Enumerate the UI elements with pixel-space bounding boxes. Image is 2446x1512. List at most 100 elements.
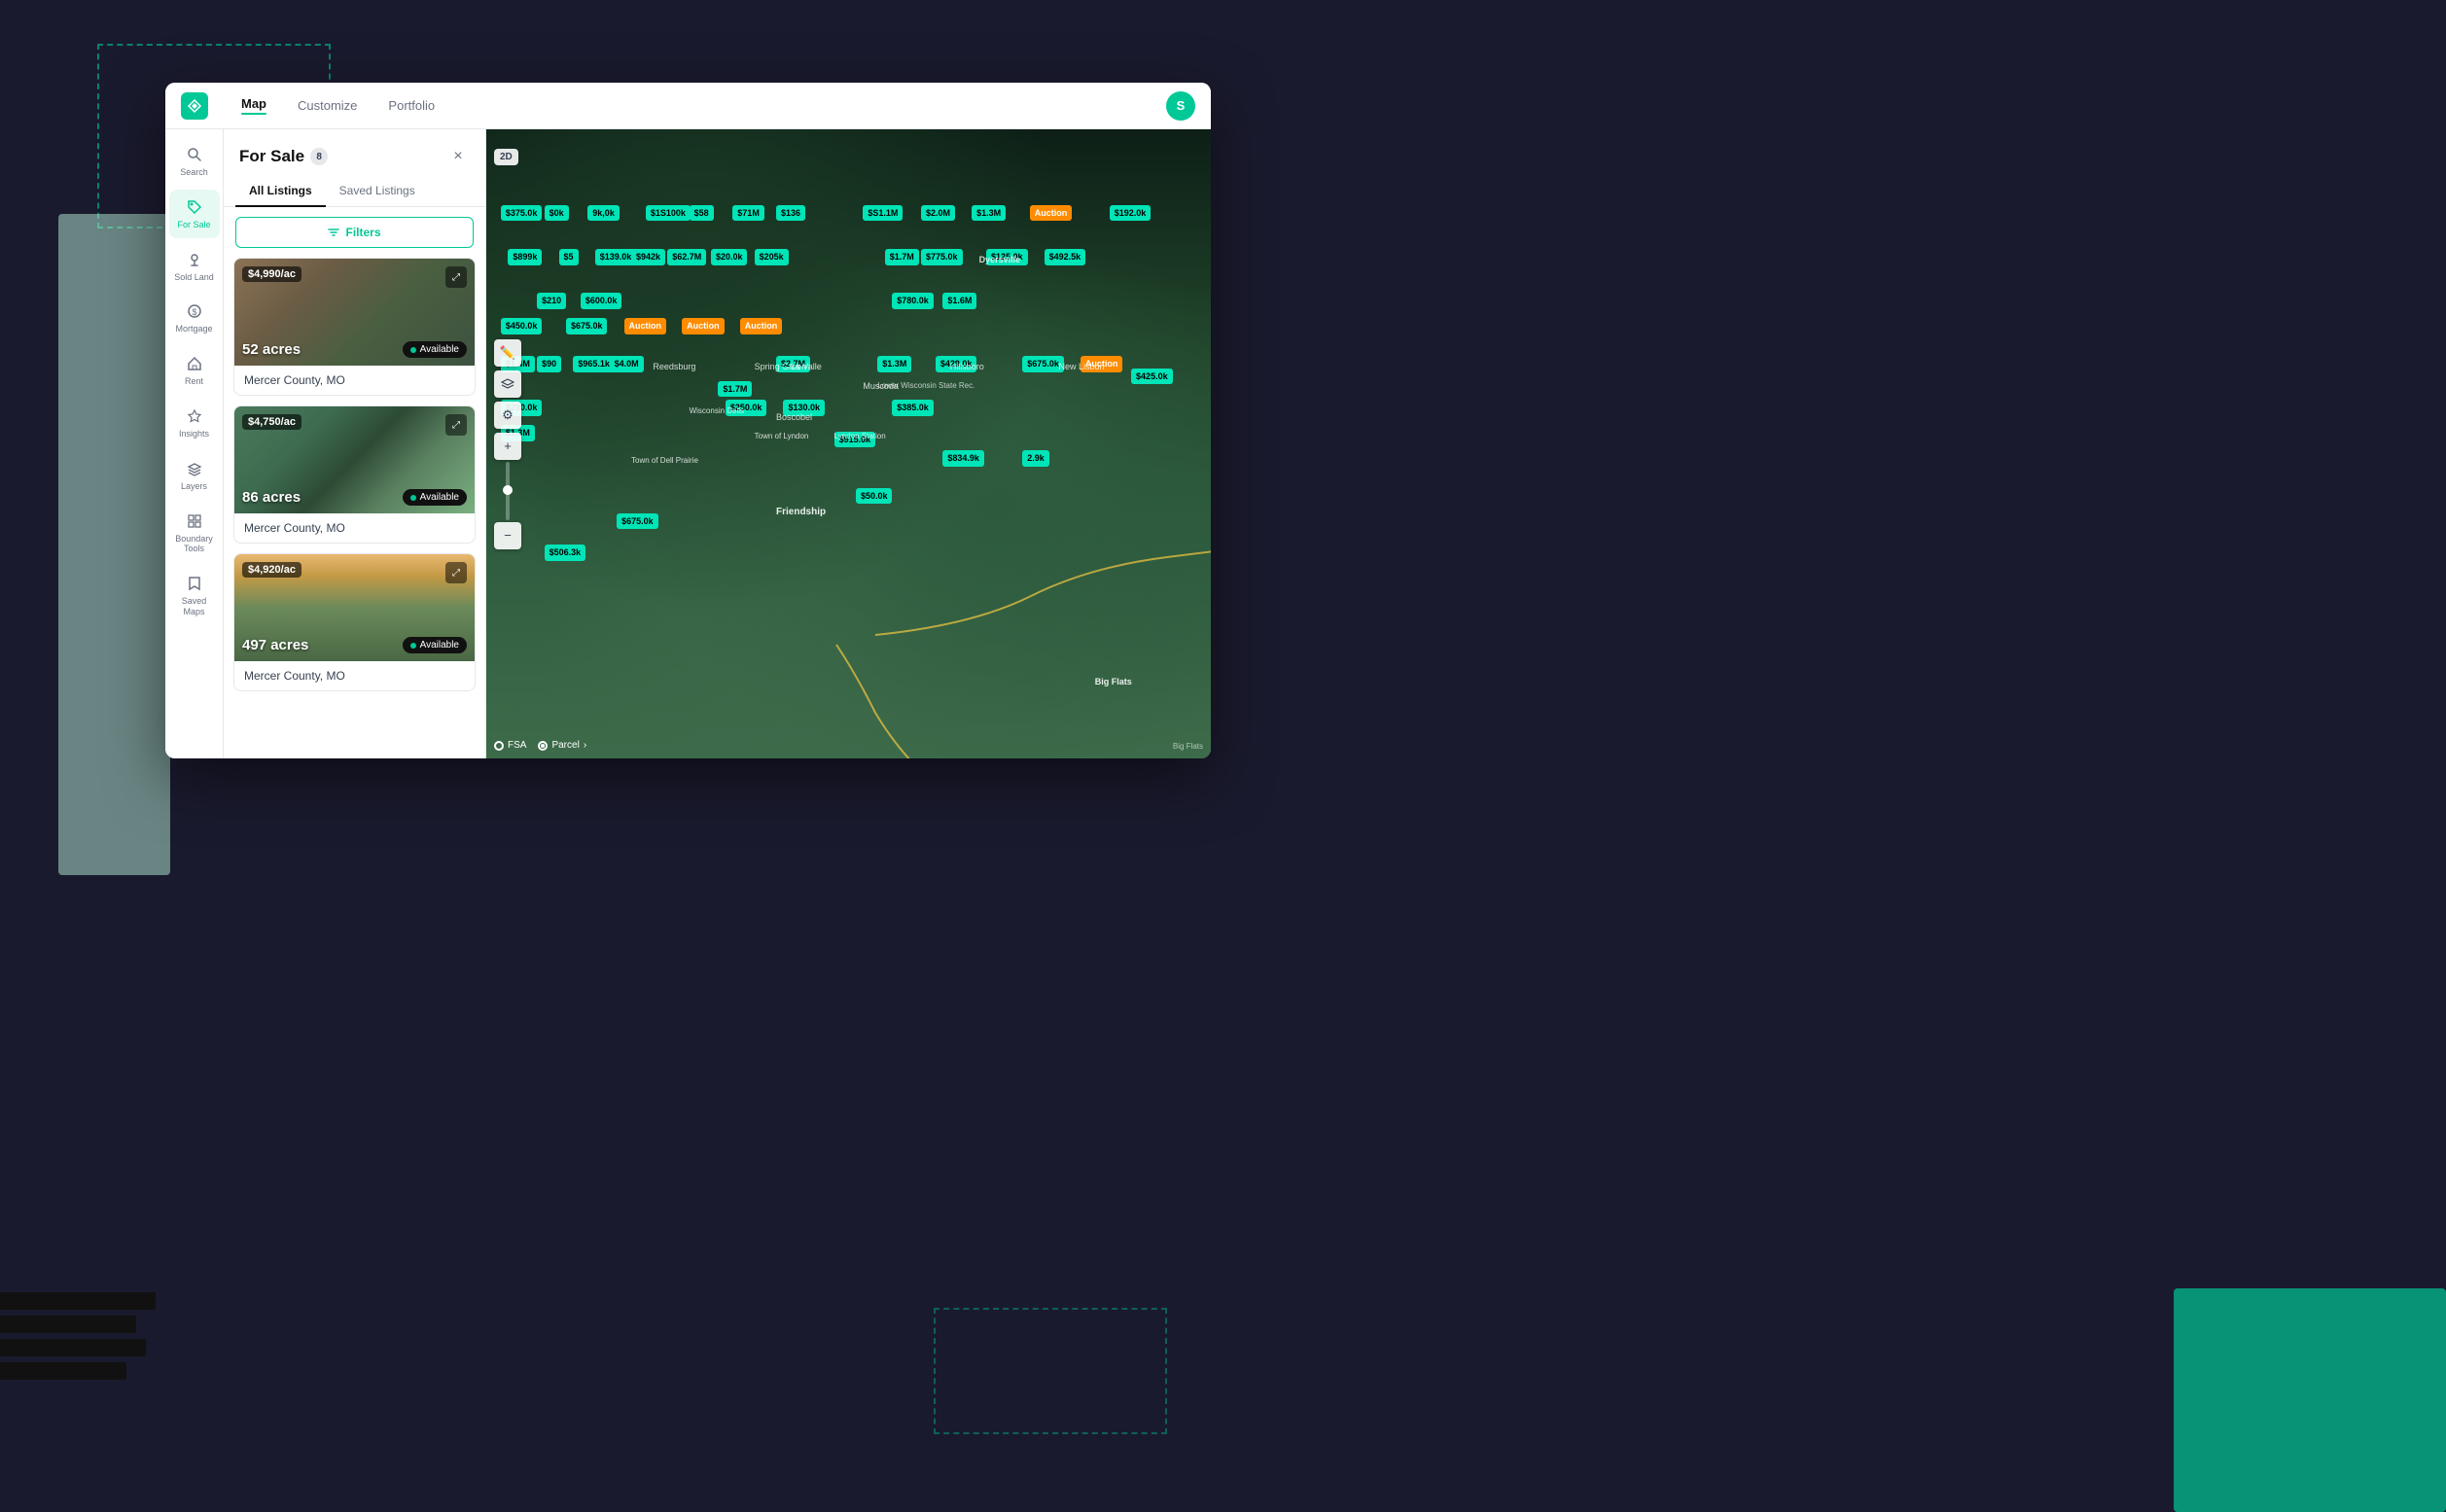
city-label: New Lisbon — [1059, 362, 1105, 371]
status-text-2: Available — [420, 492, 459, 503]
listing-price-3: $4,920/ac — [242, 562, 301, 578]
status-dot-1 — [410, 347, 416, 353]
map-zoom-out-button[interactable]: − — [494, 522, 521, 549]
sidebar-item-mortgage[interactable]: $ Mortgage — [169, 294, 220, 342]
listing-acres-1: 52 acres — [242, 341, 301, 358]
city-label: Friendship — [776, 507, 826, 517]
city-label-big-flats: Big Flats — [1095, 677, 1132, 686]
panel-title: For Sale 8 — [239, 147, 328, 166]
parcel-expand[interactable]: › — [584, 740, 586, 751]
tab-portfolio[interactable]: Portfolio — [374, 90, 448, 121]
map-zoom-in-button[interactable]: + — [494, 433, 521, 460]
deco-bars — [0, 1292, 160, 1386]
city-label: Hillsboro — [950, 362, 984, 371]
zoom-slider[interactable] — [506, 462, 510, 520]
map-2d-button[interactable]: 2D — [494, 149, 518, 165]
sidebar-item-layers[interactable]: Layers — [169, 451, 220, 500]
tab-customize[interactable]: Customize — [284, 90, 371, 121]
panel-close-button[interactable]: × — [446, 145, 470, 168]
zoom-handle — [503, 485, 513, 495]
sidebar-item-sold-land[interactable]: Sold Land — [169, 242, 220, 291]
sold-land-icon — [185, 250, 204, 269]
listing-status-3: Available — [403, 637, 467, 653]
city-label: La Valle — [791, 362, 822, 371]
city-label: Lyndon Station — [834, 432, 886, 440]
listing-status-2: Available — [403, 489, 467, 506]
app-window: Map Customize Portfolio S Search — [165, 83, 1211, 758]
sidebar-saved-maps-label: Saved Maps — [173, 596, 216, 617]
filters-label: Filters — [345, 226, 380, 239]
for-sale-icon — [185, 197, 204, 217]
city-label: Dyersville — [979, 255, 1021, 264]
parcel-radio — [538, 741, 548, 751]
listing-card-3[interactable]: $4,920/ac ⤢ 497 acres Available Mercer C… — [233, 553, 476, 691]
sidebar-item-search[interactable]: Search — [169, 137, 220, 186]
mortgage-icon: $ — [185, 301, 204, 321]
map-attribution: Big Flats — [1173, 742, 1203, 751]
tab-all-listings[interactable]: All Listings — [235, 176, 326, 207]
deco-green-br — [2174, 1288, 2446, 1512]
nav-tabs: Map Customize Portfolio — [228, 90, 1147, 121]
city-label: Town of Dell Prairie — [631, 456, 698, 465]
listing-acres-2: 86 acres — [242, 489, 301, 506]
app-logo — [181, 92, 208, 120]
filter-icon — [328, 227, 339, 238]
map-settings-button[interactable]: ⚙ — [494, 402, 521, 429]
city-label: Boscobel — [776, 412, 812, 422]
map-background — [486, 129, 1211, 758]
listing-expand-1[interactable]: ⤢ — [445, 266, 467, 288]
map-area[interactable]: $375.0k $0k 9k,0k $1S100k $58 $71M $136 … — [486, 129, 1211, 758]
listing-location-1: Mercer County, MO — [234, 366, 475, 395]
sidebar-insights-label: Insights — [179, 429, 209, 440]
city-label: Lower Wisconsin State Rec. — [877, 381, 975, 390]
tab-map[interactable]: Map — [228, 90, 280, 121]
panel-title-text: For Sale — [239, 147, 304, 166]
map-bottom-controls: FSA Parcel › — [494, 740, 586, 751]
listing-price-1: $4,990/ac — [242, 266, 301, 282]
status-dot-3 — [410, 643, 416, 649]
parcel-layer-option[interactable]: Parcel › — [538, 740, 586, 751]
listing-price-2: $4,750/ac — [242, 414, 301, 430]
status-text-3: Available — [420, 640, 459, 651]
fsa-radio — [494, 741, 504, 751]
parcel-label: Parcel — [551, 740, 579, 751]
listings-container: $4,990/ac ⤢ 52 acres Available Mercer Co… — [224, 258, 485, 758]
saved-maps-icon — [185, 574, 204, 593]
listing-location-2: Mercer County, MO — [234, 513, 475, 543]
user-avatar[interactable]: S — [1166, 91, 1195, 121]
tab-saved-listings[interactable]: Saved Listings — [326, 176, 429, 207]
listing-status-1: Available — [403, 341, 467, 358]
listing-image-1: $4,990/ac ⤢ 52 acres Available — [234, 259, 475, 366]
fsa-layer-option[interactable]: FSA — [494, 740, 526, 751]
listing-image-2: $4,750/ac ⤢ 86 acres Available — [234, 406, 475, 513]
rent-icon — [185, 354, 204, 373]
map-layers-button[interactable] — [494, 370, 521, 398]
city-label: Reedsburg — [653, 362, 695, 371]
for-sale-panel: For Sale 8 × All Listings Saved Listings… — [224, 129, 486, 758]
map-pencil-button[interactable]: ✏️ — [494, 339, 521, 367]
sidebar-item-boundary-tools[interactable]: Boundary Tools — [169, 504, 220, 563]
city-label: Wisconsin Dells — [690, 406, 744, 415]
search-icon — [185, 145, 204, 164]
sidebar-item-rent[interactable]: Rent — [169, 346, 220, 395]
listing-card-1[interactable]: $4,990/ac ⤢ 52 acres Available Mercer Co… — [233, 258, 476, 396]
panel-tabs: All Listings Saved Listings — [224, 176, 485, 207]
sidebar-item-for-sale[interactable]: For Sale — [169, 190, 220, 238]
sidebar-for-sale-label: For Sale — [177, 220, 210, 230]
top-nav: Map Customize Portfolio S — [165, 83, 1211, 129]
city-label: Town of Lyndon — [755, 432, 809, 440]
listing-card-2[interactable]: $4,750/ac ⤢ 86 acres Available Mercer Co… — [233, 405, 476, 544]
sidebar-mortgage-label: Mortgage — [175, 324, 212, 334]
listing-expand-3[interactable]: ⤢ — [445, 562, 467, 583]
deco-green-left — [58, 214, 170, 875]
status-dot-2 — [410, 495, 416, 501]
sidebar-boundary-tools-label: Boundary Tools — [173, 534, 216, 555]
svg-text:$: $ — [192, 307, 196, 317]
filters-button[interactable]: Filters — [235, 217, 474, 248]
sidebar: Search For Sale Sold L — [165, 129, 224, 758]
sidebar-item-insights[interactable]: Insights — [169, 399, 220, 447]
listing-image-3: $4,920/ac ⤢ 497 acres Available — [234, 554, 475, 661]
sidebar-item-saved-maps[interactable]: Saved Maps — [169, 566, 220, 625]
listing-expand-2[interactable]: ⤢ — [445, 414, 467, 436]
layers-icon — [185, 459, 204, 478]
